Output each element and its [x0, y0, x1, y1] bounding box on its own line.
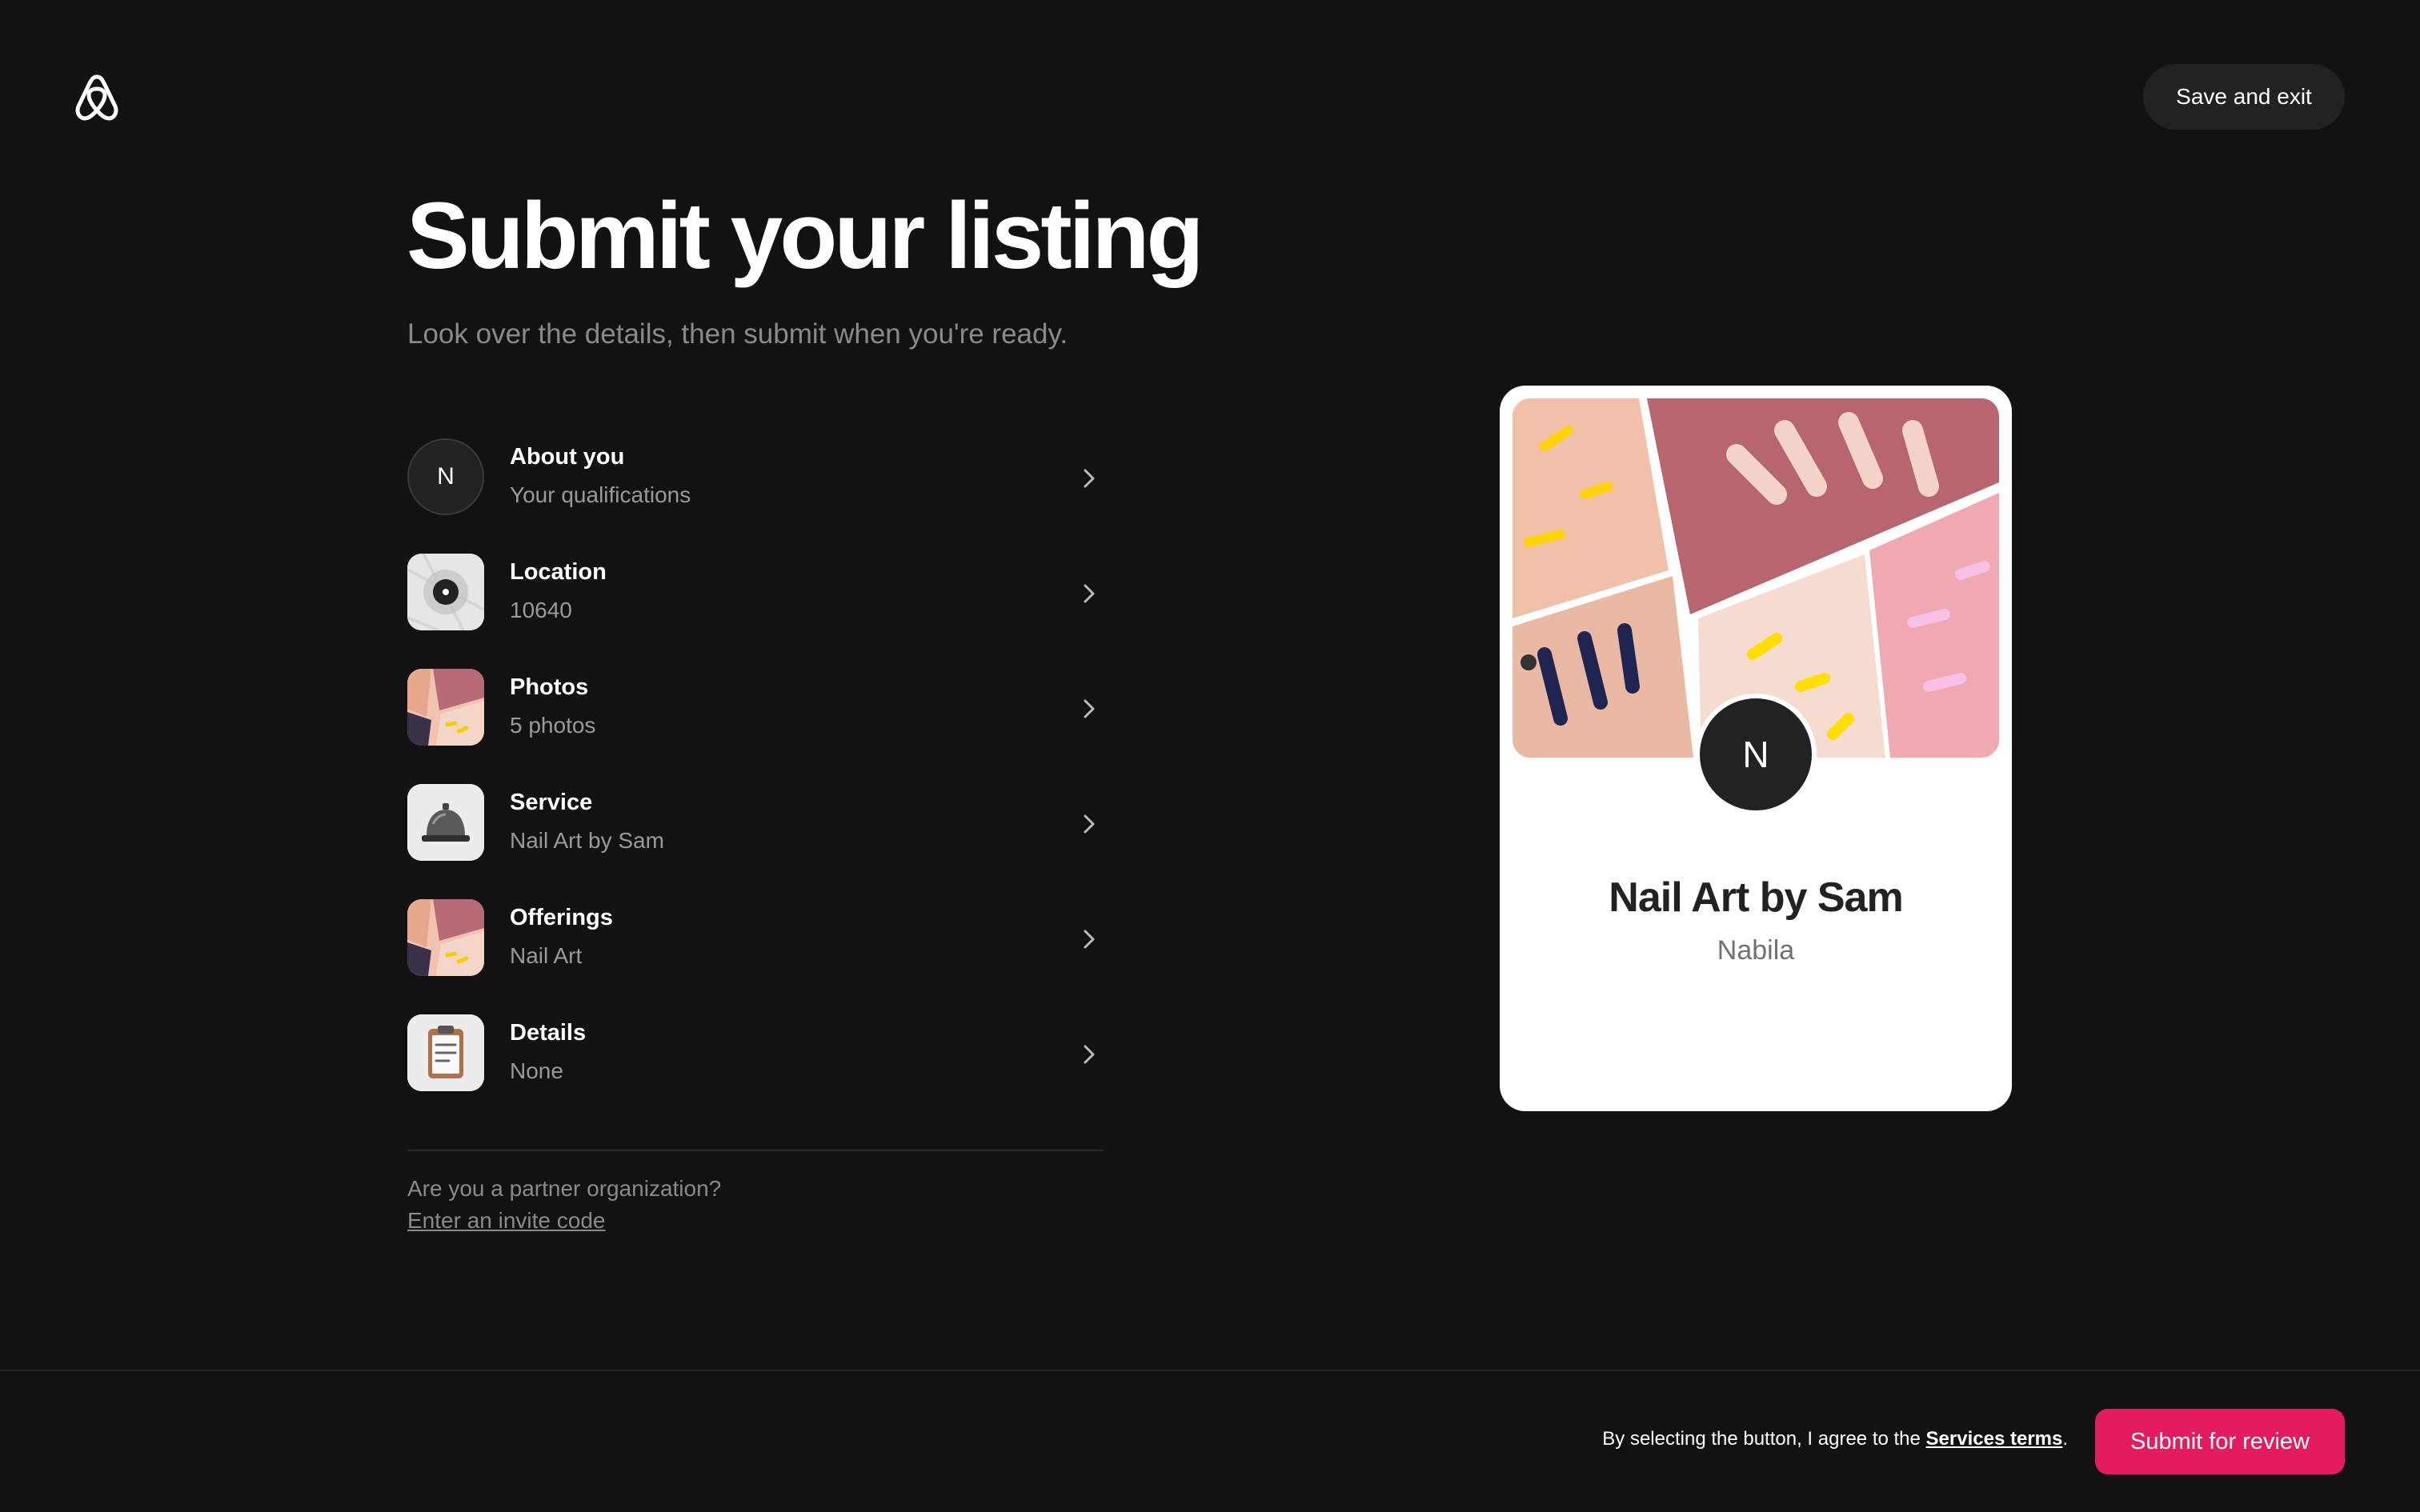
airbnb-logo-icon[interactable]	[72, 70, 122, 123]
section-value: 10640	[510, 598, 572, 622]
services-terms-link[interactable]: Services terms	[1926, 1428, 2063, 1450]
photo-thumbnail	[407, 669, 484, 746]
avatar: N	[407, 438, 484, 515]
page-subtitle: Look over the details, then submit when …	[407, 318, 1068, 350]
page-title: Submit your listing	[407, 183, 1204, 289]
chevron-right-icon	[1084, 469, 1095, 488]
invite-code-link[interactable]: Enter an invite code	[407, 1208, 606, 1234]
section-value: Your qualifications	[510, 482, 691, 507]
card-title: Nail Art by Sam	[1609, 874, 1903, 921]
host-avatar: N	[1695, 694, 1817, 815]
divider	[407, 1150, 1104, 1151]
section-offerings[interactable]: Offerings Nail Art	[407, 898, 1104, 1013]
chevron-right-icon	[1084, 699, 1095, 718]
section-about-you[interactable]: N About you Your qualifications	[407, 437, 1104, 552]
footer-divider	[0, 1370, 2420, 1371]
partner-question: Are you a partner organization?	[407, 1176, 722, 1201]
section-label: Offerings	[510, 905, 613, 930]
save-and-exit-button[interactable]: Save and exit	[2143, 64, 2345, 130]
section-location[interactable]: Location 10640	[407, 552, 1104, 667]
section-value: None	[510, 1058, 563, 1083]
photo-thumbnail	[407, 899, 484, 976]
submit-for-review-button[interactable]: Submit for review	[2095, 1409, 2345, 1474]
chevron-right-icon	[1084, 930, 1095, 949]
section-label: About you	[510, 444, 625, 470]
section-service[interactable]: Service Nail Art by Sam	[407, 782, 1104, 898]
section-label: Details	[510, 1020, 587, 1046]
terms-notice: By selecting the button, I agree to the …	[1602, 1428, 2068, 1450]
service-bell-icon	[407, 784, 484, 861]
chevron-right-icon	[1084, 584, 1095, 603]
chevron-right-icon	[1084, 814, 1095, 834]
section-value: Nail Art by Sam	[510, 828, 664, 853]
section-photos[interactable]: Photos 5 photos	[407, 667, 1104, 782]
section-value: 5 photos	[510, 713, 596, 738]
section-label: Location	[510, 559, 607, 585]
section-label: Service	[510, 790, 593, 815]
section-label: Photos	[510, 674, 589, 700]
terms-prefix: By selecting the button, I agree to the	[1602, 1428, 1926, 1450]
map-pin-icon	[407, 554, 484, 630]
card-host-name: Nabila	[1717, 935, 1795, 966]
listing-preview-card: N Nail Art by Sam Nabila	[1500, 386, 2012, 1111]
section-value: Nail Art	[510, 943, 583, 968]
clipboard-icon	[407, 1014, 484, 1091]
section-details[interactable]: Details None	[407, 1013, 1104, 1128]
chevron-right-icon	[1084, 1045, 1095, 1064]
terms-suffix: .	[2062, 1428, 2068, 1450]
listing-sections-list: N About you Your qualifications Location…	[407, 437, 1104, 1128]
